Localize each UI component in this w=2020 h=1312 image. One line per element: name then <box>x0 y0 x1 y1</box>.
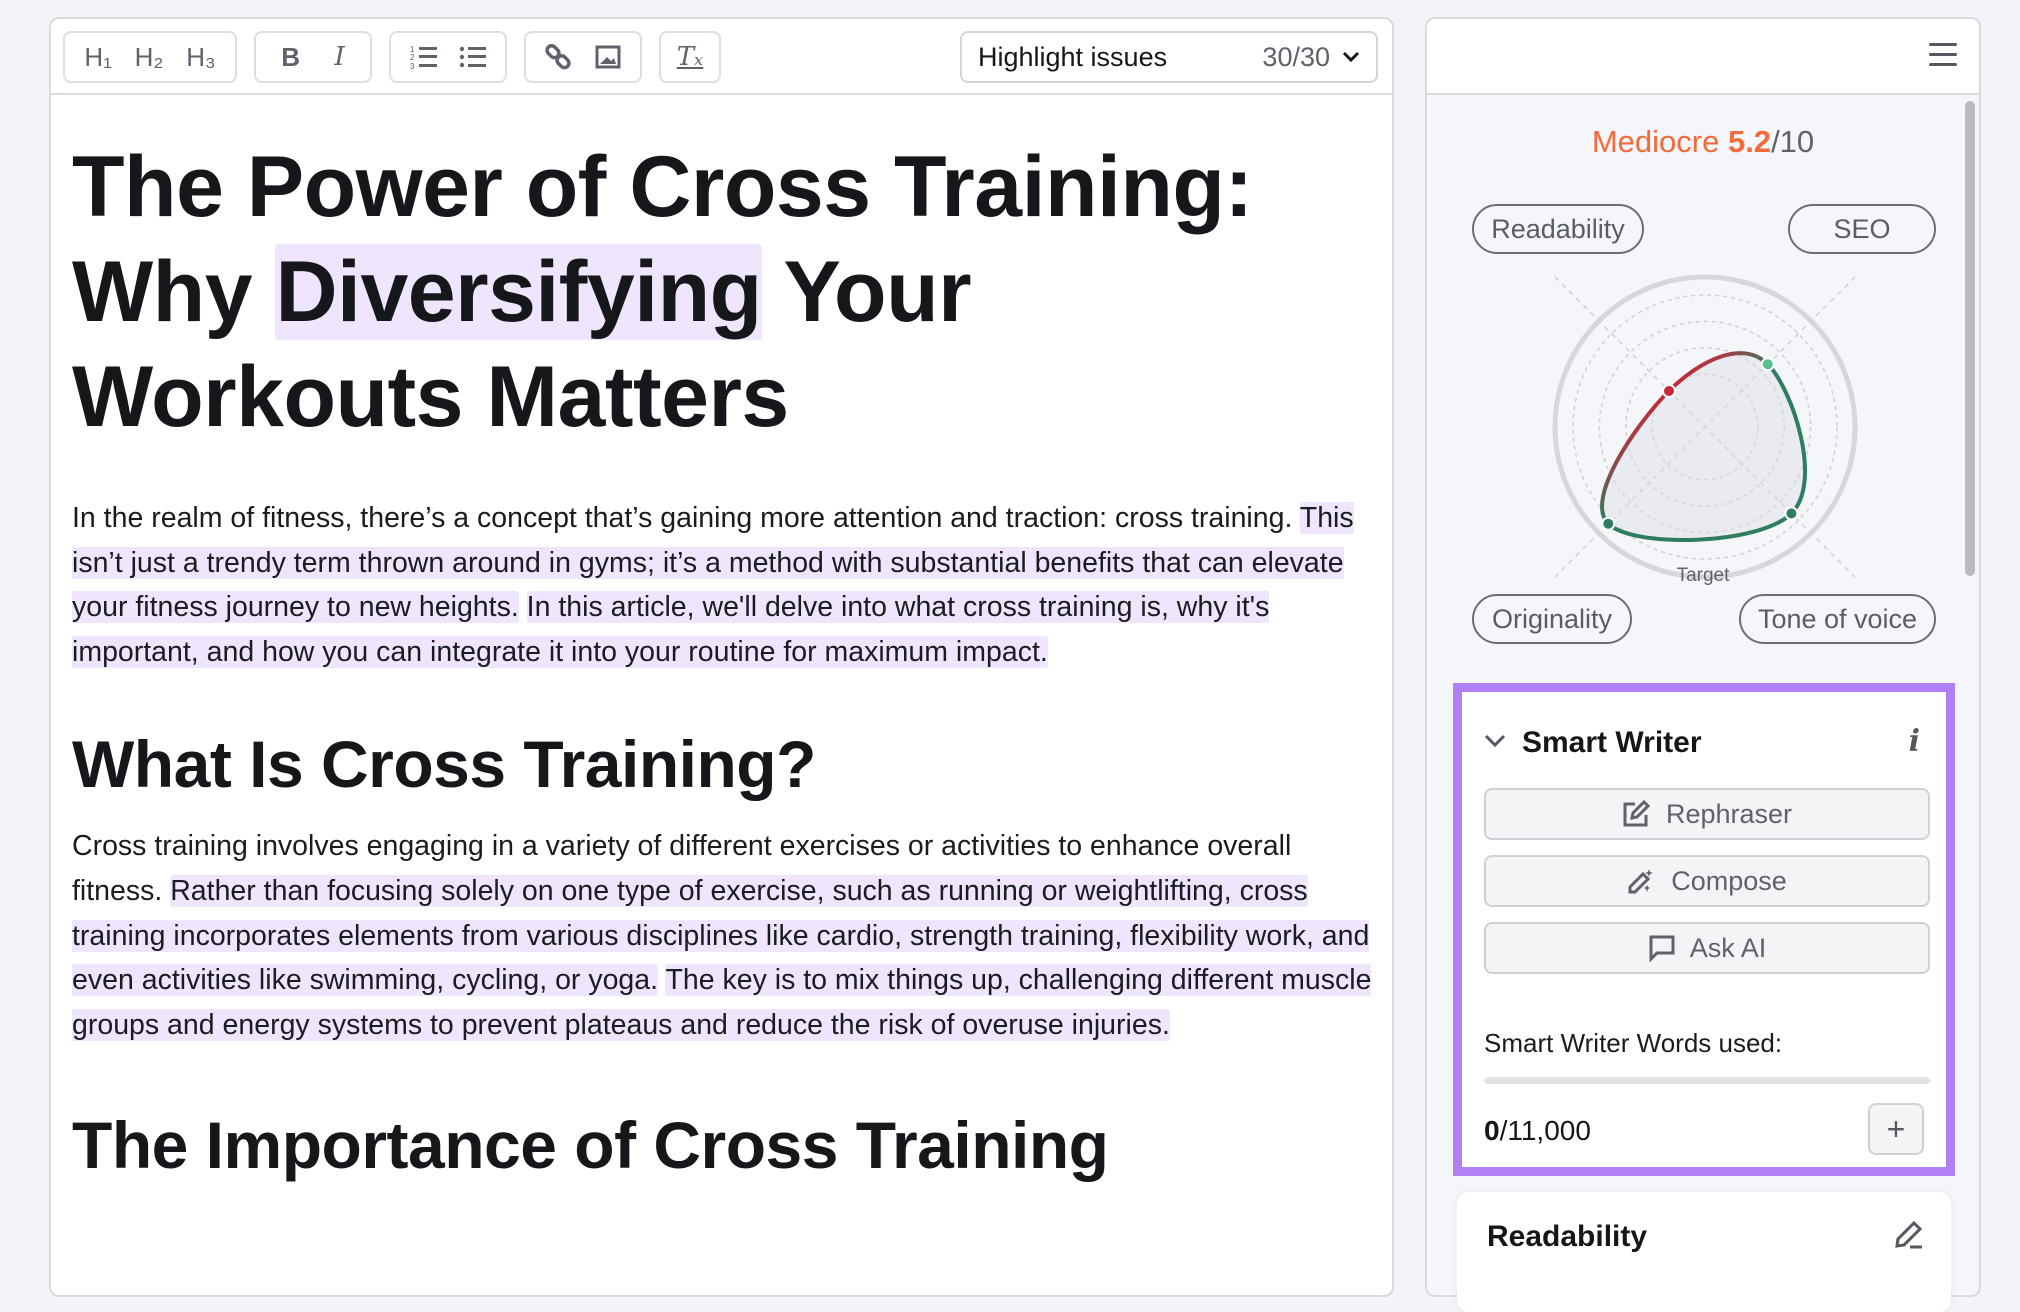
radar-chart <box>1552 274 1858 580</box>
smart-writer-panel: Smart Writer i Rephraser Compose Ask AI … <box>1453 683 1955 1176</box>
score-label: Mediocre <box>1591 124 1720 159</box>
edit-icon <box>1623 800 1651 827</box>
score-value: 5.2 <box>1727 124 1772 159</box>
rephraser-button[interactable]: Rephraser <box>1484 788 1930 840</box>
heading-group: H₁ H₂ H₃ <box>63 31 237 83</box>
score-max: /10 <box>1771 124 1815 159</box>
radar-point <box>1661 383 1676 398</box>
clear-group: Tₓ <box>659 31 721 83</box>
format-group: B I <box>254 31 372 83</box>
chevron-down-icon[interactable] <box>1484 728 1506 754</box>
image-icon[interactable] <box>589 45 627 69</box>
h2-button[interactable]: H₂ <box>129 42 170 73</box>
highlight-issues-count: 30/30 <box>1262 41 1330 72</box>
list-group: 123 <box>389 31 507 83</box>
ask-ai-label: Ask AI <box>1689 932 1767 963</box>
highlight-issues-dropdown[interactable]: Highlight issues 30/30 <box>960 31 1378 83</box>
radar-point <box>1784 506 1799 521</box>
words-used-label: Smart Writer Words used: <box>1484 1028 1783 1058</box>
highlight-issues-label: Highlight issues <box>978 41 1168 72</box>
compose-button[interactable]: Compose <box>1484 855 1930 907</box>
article-title: The Power of Cross Training: Why Diversi… <box>72 135 1372 450</box>
scrollbar[interactable] <box>1965 101 1975 576</box>
section-heading: The Importance of Cross Training <box>72 1108 1109 1183</box>
rephraser-label: Rephraser <box>1665 798 1793 829</box>
radar-point <box>1601 516 1616 531</box>
compose-label: Compose <box>1671 865 1787 896</box>
link-icon[interactable] <box>539 43 579 71</box>
insert-group <box>524 31 642 83</box>
h3-button[interactable]: H₃ <box>180 42 221 73</box>
highlighted-word[interactable]: Diversifying <box>275 244 762 340</box>
chevron-down-icon <box>1342 51 1360 63</box>
paragraph: Cross training involves engaging in a va… <box>72 824 1372 1047</box>
overall-score: Mediocre 5.2/10 <box>1427 124 1979 160</box>
add-words-button[interactable]: + <box>1868 1103 1924 1155</box>
radar-shape <box>1600 351 1807 542</box>
pencil-icon[interactable] <box>1893 1218 1925 1250</box>
radar-point <box>1760 357 1775 372</box>
words-limit: /11,000 <box>1499 1115 1591 1146</box>
svg-text:3: 3 <box>410 62 415 70</box>
clear-format-button[interactable]: Tₓ <box>671 42 710 72</box>
readability-card-title: Readability <box>1487 1220 1648 1253</box>
svg-text:2: 2 <box>410 53 415 62</box>
ask-ai-button[interactable]: Ask AI <box>1484 922 1930 974</box>
hamburger-menu-icon[interactable] <box>1929 43 1957 73</box>
bullet-list-icon[interactable] <box>453 44 493 70</box>
chat-bubble-icon <box>1649 935 1675 962</box>
h1-button[interactable]: H₁ <box>78 42 118 73</box>
sidebar-header <box>1427 19 1979 95</box>
smart-writer-title: Smart Writer <box>1522 726 1702 759</box>
section-heading: What Is Cross Training? <box>72 727 816 802</box>
sentence: In the realm of fitness, there’s a conce… <box>72 502 1300 534</box>
words-used-count: 0/11,000 <box>1484 1115 1591 1147</box>
editor-toolbar: H₁ H₂ H₃ B I 123 Tₓ Highlight issues 30/… <box>51 19 1392 95</box>
readability-card[interactable]: Readability <box>1457 1192 1951 1312</box>
bold-button[interactable]: B <box>275 42 306 73</box>
magic-pen-icon <box>1628 869 1654 894</box>
info-icon[interactable]: i <box>1909 724 1920 759</box>
words-used-value: 0 <box>1484 1115 1500 1146</box>
editor-panel: H₁ H₂ H₃ B I 123 Tₓ Highlight issues 30/… <box>49 17 1394 1297</box>
paragraph: In the realm of fitness, there’s a conce… <box>72 496 1372 674</box>
editor-content[interactable]: The Power of Cross Training: Why Diversi… <box>72 119 1372 1185</box>
ordered-list-icon[interactable]: 123 <box>404 44 444 70</box>
italic-button[interactable]: I <box>328 42 350 72</box>
words-used-progress <box>1484 1077 1930 1084</box>
target-label: Target <box>1676 565 1730 586</box>
